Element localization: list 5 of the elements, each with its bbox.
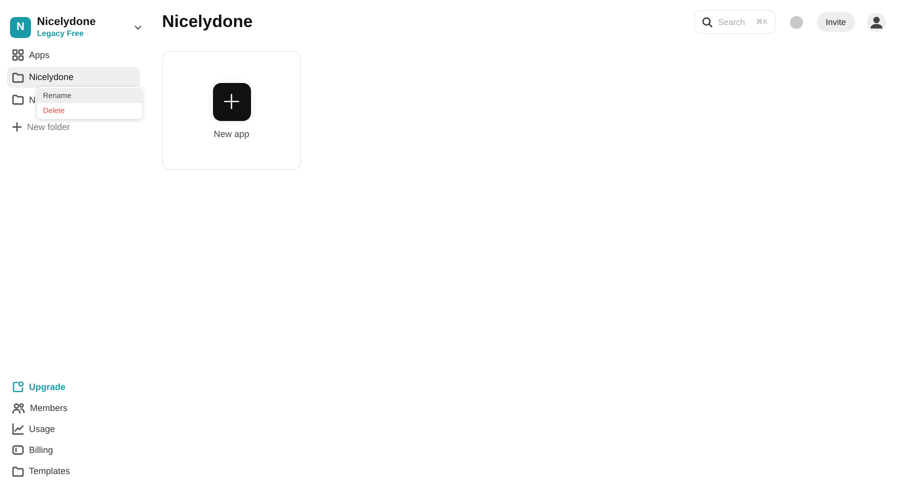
card-label: New app (214, 128, 250, 138)
workspace-name: Nicelydone (37, 16, 96, 28)
workspace-avatar: N (10, 16, 31, 38)
plan-label: Legacy Free (37, 29, 85, 38)
page-title: Nicelydone (162, 12, 254, 32)
